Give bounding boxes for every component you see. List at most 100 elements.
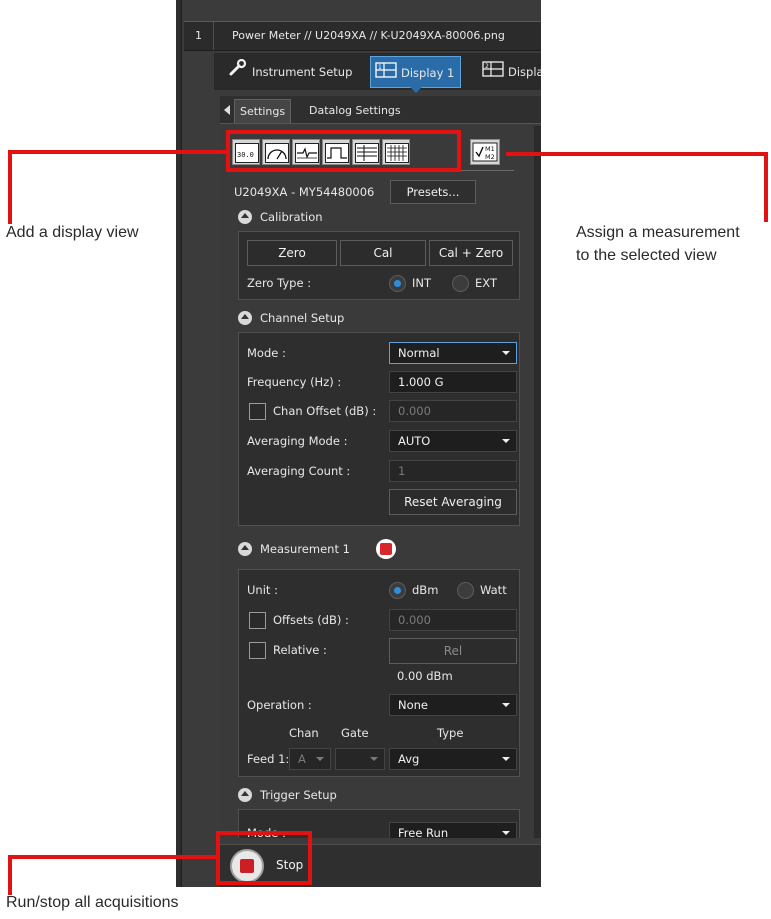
collapse-icon [238, 542, 252, 556]
presets-button[interactable]: Presets... [390, 180, 476, 204]
chevron-down-icon [502, 703, 510, 707]
col-gate-header: Gate [341, 726, 369, 740]
assign-measurement-button[interactable]: M1 M2 [470, 139, 500, 165]
display-1-icon: 1 [375, 58, 397, 90]
operation-value: None [398, 698, 429, 712]
mode-label: Mode : [247, 346, 286, 360]
reset-averaging-button[interactable]: Reset Averaging [389, 489, 517, 515]
tab-display-2[interactable]: 2 Displa [478, 56, 541, 88]
cal-button[interactable]: Cal [340, 240, 426, 266]
measurement-panel: Unit : dBm Watt Offsets (dB) : 0.000 Rel… [238, 569, 520, 777]
rel-button[interactable]: Rel [389, 638, 517, 664]
run-stop-leader-drop [8, 855, 12, 895]
zero-type-int-radio[interactable] [389, 275, 406, 292]
active-tab-caret [409, 87, 422, 93]
tab-instrument-setup-label: Instrument Setup [252, 65, 353, 79]
feed-chan-dropdown[interactable]: A [289, 748, 331, 770]
window-tab-bar: 1 Power Meter // U2049XA // K-U2049XA-80… [184, 21, 541, 51]
add-view-leader [8, 150, 226, 154]
add-view-leader-drop [8, 150, 12, 224]
run-stop-highlight [216, 831, 312, 885]
assign-callout-line2: to the selected view [576, 247, 717, 264]
trigger-setup-header-label: Trigger Setup [260, 788, 337, 802]
feed-type-value: Avg [398, 752, 420, 766]
mode-tab-bar: Instrument Setup 1 Display 1 2 Displa [214, 53, 541, 93]
mode-dropdown-value: Normal [398, 346, 440, 360]
tab-instrument-setup[interactable]: Instrument Setup [224, 56, 352, 88]
window-tab-number[interactable]: 1 [184, 22, 214, 50]
averaging-count-label: Averaging Count : [247, 464, 351, 478]
col-chan-header: Chan [289, 726, 319, 740]
unit-dbm-label: dBm [412, 583, 439, 597]
svg-text:1: 1 [378, 64, 382, 71]
cal-zero-button[interactable]: Cal + Zero [429, 240, 513, 266]
tab-display-1-label: Display 1 [401, 66, 455, 80]
svg-text:2: 2 [485, 63, 489, 70]
measurement-header-label: Measurement 1 [260, 542, 350, 556]
feed-label: Feed 1: [247, 752, 290, 766]
relative-checkbox[interactable] [249, 642, 266, 659]
chevron-down-icon [502, 831, 510, 835]
feed-type-dropdown[interactable]: Avg [389, 748, 517, 770]
averaging-count-input[interactable]: 1 [389, 460, 517, 482]
collapse-icon [238, 788, 252, 802]
display-2-icon: 2 [482, 57, 504, 89]
back-arrow-icon[interactable] [224, 105, 230, 115]
zero-type-int-label: INT [412, 276, 432, 290]
chevron-down-icon [316, 757, 324, 761]
chevron-down-icon [502, 351, 510, 355]
channel-setup-panel: Mode : Normal Frequency (Hz) : 1.000 G C… [238, 332, 520, 526]
averaging-mode-value: AUTO [398, 434, 431, 448]
rel-value: 0.00 dBm [397, 669, 453, 683]
frequency-input[interactable]: 1.000 G [389, 371, 517, 393]
tab-display-2-label: Displa [508, 65, 541, 79]
collapse-icon [238, 210, 252, 224]
averaging-mode-dropdown[interactable]: AUTO [389, 430, 517, 452]
assign-icon-m1: M1 [485, 145, 495, 153]
measurement-stop-icon[interactable] [376, 539, 396, 559]
run-stop-callout: Run/stop all acquisitions [6, 894, 179, 911]
wrench-icon [228, 57, 248, 89]
unit-dbm-radio[interactable] [389, 582, 406, 599]
col-type-header: Type [437, 726, 464, 740]
run-stop-leader [8, 855, 216, 859]
feed-gate-dropdown[interactable] [335, 748, 385, 770]
left-rail [176, 0, 182, 887]
feed-chan-value: A [298, 752, 306, 766]
operation-dropdown[interactable]: None [389, 694, 517, 716]
offsets-checkbox[interactable] [249, 612, 266, 629]
zero-type-ext-radio[interactable] [452, 275, 469, 292]
window-tab-title[interactable]: Power Meter // U2049XA // K-U2049XA-8000… [232, 22, 505, 50]
chan-offset-label: Chan Offset (dB) : [273, 404, 377, 418]
view-toolbar-highlight [226, 130, 461, 172]
tab-display-1[interactable]: 1 Display 1 [370, 56, 462, 93]
vertical-scrollbar[interactable] [534, 126, 541, 838]
frequency-label: Frequency (Hz) : [247, 375, 342, 389]
chevron-down-icon [502, 757, 510, 761]
unit-watt-radio[interactable] [457, 582, 474, 599]
chevron-down-icon [370, 757, 378, 761]
subtab-settings[interactable]: Settings [234, 99, 292, 123]
chan-offset-input[interactable]: 0.000 [389, 400, 517, 422]
offsets-input[interactable]: 0.000 [389, 609, 517, 631]
trigger-mode-value: Free Run [398, 826, 449, 838]
trigger-mode-dropdown[interactable]: Free Run [389, 822, 517, 838]
subtab-datalog-settings[interactable]: Datalog Settings [304, 99, 406, 123]
relative-label: Relative : [273, 643, 327, 657]
operation-label: Operation : [247, 698, 312, 712]
zero-button[interactable]: Zero [247, 240, 337, 266]
add-view-callout: Add a display view [6, 224, 139, 241]
chan-offset-checkbox[interactable] [249, 403, 266, 420]
calibration-panel: Zero Cal Cal + Zero Zero Type : INT EXT [238, 231, 520, 300]
mode-dropdown[interactable]: Normal [389, 342, 517, 364]
averaging-mode-label: Averaging Mode : [247, 434, 348, 448]
chevron-down-icon [502, 439, 510, 443]
zero-type-label: Zero Type : [247, 276, 312, 290]
device-name: U2049XA - MY54480006 [234, 185, 375, 199]
assign-icon-m2: M2 [485, 153, 495, 161]
unit-label: Unit : [247, 583, 278, 597]
calibration-header-label: Calibration [260, 210, 323, 224]
zero-type-ext-label: EXT [475, 276, 497, 290]
sub-tab-bar: Settings Datalog Settings [220, 96, 541, 124]
channel-setup-header-label: Channel Setup [260, 311, 345, 325]
